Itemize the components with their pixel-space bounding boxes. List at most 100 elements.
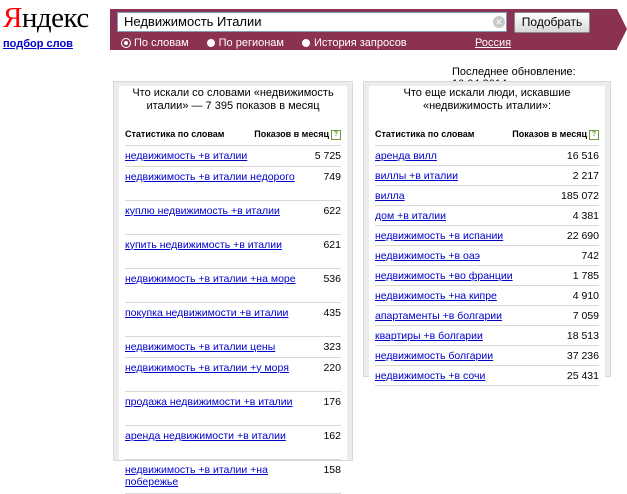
search-button[interactable]: Подобрать (514, 12, 590, 33)
row-count: 220 (323, 361, 341, 374)
phrase-link[interactable]: аренда вилл (375, 150, 437, 162)
table-row: аренда недвижимости +в италии 162 (125, 426, 341, 460)
row-count: 742 (581, 249, 599, 262)
row-count: 37 236 (566, 349, 599, 362)
radio-unchecked-icon (206, 39, 215, 47)
left-table-header: Статистика по словам Показов в месяц? (125, 118, 341, 146)
left-panel: Что искали со словами «недвижимость итал… (113, 81, 353, 494)
logo-rest: ндекс (21, 2, 89, 34)
phrase-link[interactable]: недвижимость +на кипре (375, 290, 497, 302)
phrase-link[interactable]: вилла (375, 190, 405, 202)
col-count: Показов в месяц? (512, 129, 599, 140)
col-count-label: Показов в месяц (254, 129, 329, 139)
table-row: недвижимость +во франции 1 785 (375, 266, 599, 286)
row-count: 176 (323, 395, 341, 408)
row-count: 185 072 (561, 189, 599, 202)
phrase-link[interactable]: недвижимость +в сочи (375, 370, 485, 382)
close-icon[interactable]: ✕ (493, 16, 505, 28)
region-link[interactable]: Россия (475, 37, 511, 49)
table-row: недвижимость +в италии 5 725 (125, 146, 341, 167)
row-count: 162 (323, 429, 341, 442)
row-count: 16 516 (566, 149, 599, 162)
phrase-link[interactable]: недвижимость +в италии +на море (125, 273, 296, 285)
table-row: виллы +в италии 2 217 (375, 166, 599, 186)
table-row: аренда вилл 16 516 (375, 146, 599, 166)
right-panel-title: Что еще искали люди, искавшие «недвижимо… (403, 87, 571, 112)
phrase-link[interactable]: купить недвижимость +в италии (125, 239, 282, 251)
right-panel-inner: Что еще искали люди, искавшие «недвижимо… (369, 86, 605, 390)
row-count: 5 725 (314, 149, 341, 162)
radio-history[interactable]: История запросов (302, 37, 407, 49)
table-row: недвижимость +в италии +на море 536 (125, 269, 341, 303)
phrase-link[interactable]: недвижимость болгарии (375, 350, 493, 362)
table-row: квартиры +в болгарии 18 513 (375, 326, 599, 346)
table-row: недвижимость +в сочи 25 431 (375, 366, 599, 386)
radio-label: По регионам (218, 37, 284, 49)
phrase-link[interactable]: недвижимость +в италии цены (125, 341, 275, 353)
phrase-link[interactable]: дом +в италии (375, 210, 446, 222)
row-count: 621 (323, 238, 341, 251)
phrase-link[interactable]: покупка недвижимости +в италии (125, 307, 288, 319)
table-row: недвижимость +в испании 22 690 (375, 226, 599, 246)
row-count: 4 381 (572, 209, 599, 222)
phrase-link[interactable]: недвижимость +в оаэ (375, 250, 480, 262)
table-row: продажа недвижимости +в италии 176 (125, 392, 341, 426)
table-row: недвижимость +в италии +у моря 220 (125, 358, 341, 392)
phrase-link[interactable]: недвижимость +в италии +на побережье (125, 464, 317, 488)
radio-unchecked-icon (302, 39, 310, 47)
phrase-link[interactable]: недвижимость +в италии (125, 150, 247, 162)
wordstat-link[interactable]: подбор слов (3, 38, 73, 50)
table-row: апартаменты +в болгарии 7 059 (375, 306, 599, 326)
table-row: недвижимость +в италии +на побережье 158 (125, 460, 341, 494)
logo-first-letter: Я (3, 2, 22, 34)
radio-by-regions[interactable]: По регионам (206, 37, 284, 49)
row-count: 25 431 (566, 369, 599, 382)
phrase-link[interactable]: недвижимость +в италии +у моря (125, 362, 289, 374)
col-phrase: Статистика по словам (375, 129, 475, 139)
table-row: недвижимость болгарии 37 236 (375, 346, 599, 366)
search-mode-radios: По словам По регионам История запросов (122, 37, 425, 49)
table-row: недвижимость +на кипре 4 910 (375, 286, 599, 306)
row-count: 749 (323, 170, 341, 183)
phrase-link[interactable]: недвижимость +в италии недорого (125, 171, 295, 183)
radio-label: По словам (134, 37, 189, 49)
help-icon[interactable]: ? (331, 129, 341, 140)
row-count: 158 (323, 463, 341, 476)
yandex-logo[interactable]: Яндекс (3, 2, 89, 34)
phrase-link[interactable]: куплю недвижимость +в италии (125, 205, 280, 217)
row-count: 1 785 (572, 269, 599, 282)
row-count: 435 (323, 306, 341, 319)
row-count: 22 690 (566, 229, 599, 242)
phrase-link[interactable]: квартиры +в болгарии (375, 330, 483, 342)
search-input[interactable]: Недвижимость Италии (117, 12, 507, 32)
table-row: дом +в италии 4 381 (375, 206, 599, 226)
radio-by-words[interactable]: По словам (122, 37, 189, 49)
radio-checked-icon (122, 39, 130, 47)
row-count: 7 059 (572, 309, 599, 322)
col-count-label: Показов в месяц (512, 129, 587, 139)
phrase-link[interactable]: аренда недвижимости +в италии (125, 430, 286, 442)
help-icon[interactable]: ? (589, 129, 599, 140)
col-count: Показов в месяц? (254, 129, 341, 140)
row-count: 18 513 (566, 329, 599, 342)
table-row: недвижимость +в италии цены 323 (125, 337, 341, 358)
table-row: недвижимость +в италии недорого 749 (125, 167, 341, 201)
row-count: 323 (323, 340, 341, 353)
table-row: купить недвижимость +в италии 621 (125, 235, 341, 269)
row-count: 4 910 (572, 289, 599, 302)
phrase-link[interactable]: апартаменты +в болгарии (375, 310, 502, 322)
row-count: 2 217 (572, 169, 599, 182)
phrase-link[interactable]: недвижимость +в испании (375, 230, 503, 242)
phrase-link[interactable]: продажа недвижимости +в италии (125, 396, 293, 408)
left-panel-title: Что искали со словами «недвижимость итал… (132, 87, 334, 112)
phrase-link[interactable]: виллы +в италии (375, 170, 458, 182)
table-row: куплю недвижимость +в италии 622 (125, 201, 341, 235)
table-row: покупка недвижимости +в италии 435 (125, 303, 341, 337)
col-phrase: Статистика по словам (125, 129, 225, 139)
right-panel: Что еще искали люди, искавшие «недвижимо… (363, 81, 611, 390)
phrase-link[interactable]: недвижимость +во франции (375, 270, 513, 282)
row-count: 622 (323, 204, 341, 217)
radio-label: История запросов (314, 37, 407, 49)
table-row: недвижимость +в оаэ 742 (375, 246, 599, 266)
table-row: вилла 185 072 (375, 186, 599, 206)
